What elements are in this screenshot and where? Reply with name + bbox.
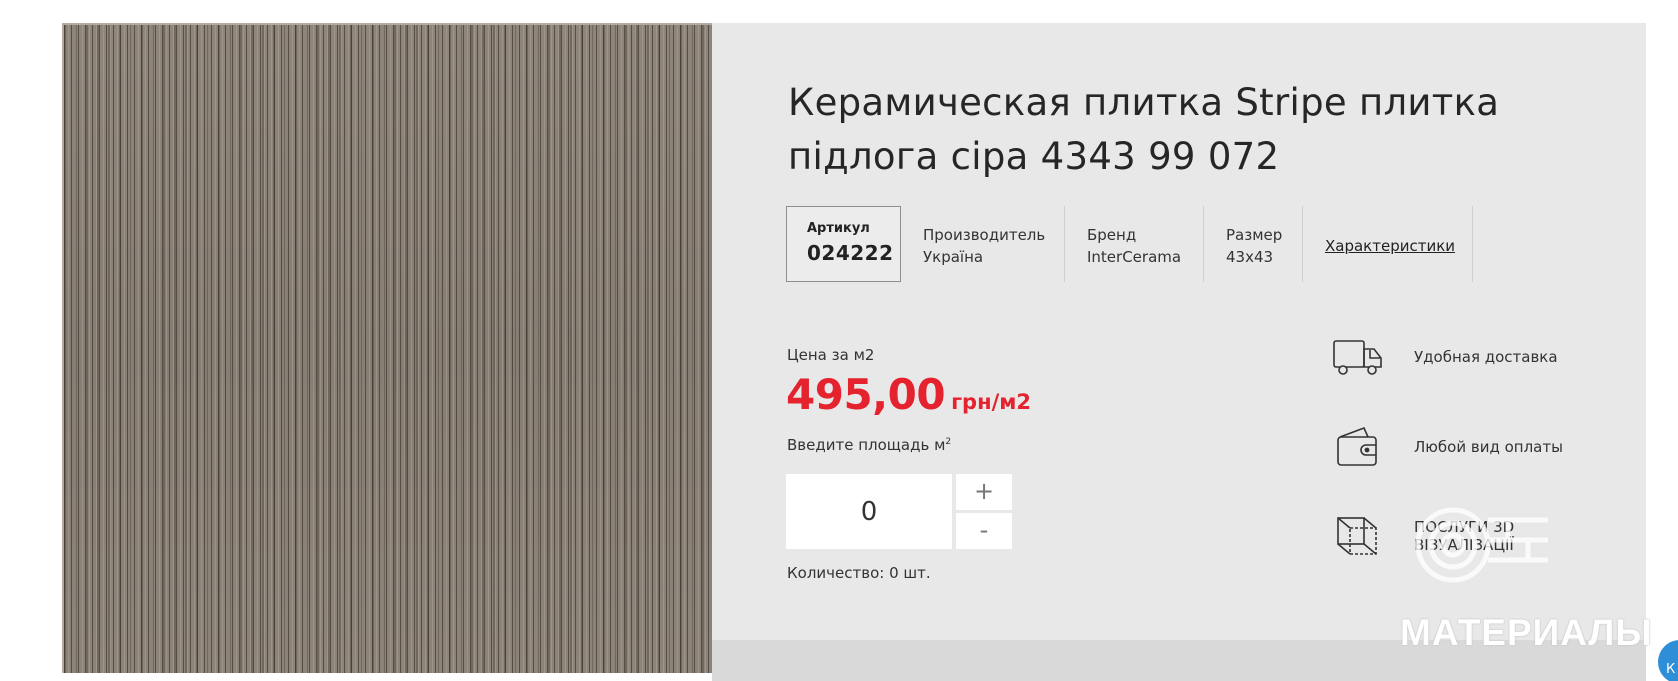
area-label-superscript: 2 — [945, 437, 952, 447]
price: 495,00 грн/м2 — [786, 370, 1031, 419]
watermark-text: МАТЕРИАЛЫ — [1400, 612, 1653, 653]
manufacturer-label: Производитель — [923, 226, 1046, 244]
price-amount: 495,00 — [786, 370, 946, 419]
wallet-icon — [1330, 423, 1386, 471]
increment-button[interactable]: + — [956, 474, 1012, 510]
characteristics-link[interactable]: Характеристики — [1325, 237, 1455, 255]
feature-payment-label: Любой вид оплаты — [1414, 438, 1563, 456]
size-value: 43x43 — [1226, 248, 1274, 266]
delivery-truck-icon — [1330, 333, 1386, 381]
area-label: Введите площадь м2 — [787, 436, 951, 454]
price-unit: грн/м2 — [951, 390, 1032, 414]
manufacturer-attribute: Производитель Україна — [901, 206, 1065, 282]
product-title-line2: підлога сіра 4343 99 072 — [788, 135, 1280, 178]
brand-attribute: Бренд InterCerama — [1065, 206, 1204, 282]
characteristics-attribute: Характеристики — [1303, 206, 1473, 282]
area-input[interactable] — [786, 474, 952, 549]
product-title-line1: Керамическая плитка Stripe плитка — [788, 81, 1500, 124]
article-label: Артикул — [807, 221, 870, 236]
size-attribute: Размер 43x43 — [1204, 206, 1303, 282]
brand-value: InterCerama — [1087, 248, 1182, 266]
article-value: 024222 — [807, 241, 894, 265]
feature-payment: Любой вид оплаты — [1330, 423, 1563, 471]
brand-label: Бренд — [1087, 226, 1137, 244]
feature-delivery-label: Удобная доставка — [1414, 348, 1558, 366]
3d-cube-icon — [1330, 512, 1386, 560]
price-label: Цена за м2 — [787, 346, 875, 364]
feature-delivery: Удобная доставка — [1330, 333, 1558, 381]
manufacturer-value: Україна — [923, 248, 984, 266]
product-image[interactable] — [62, 23, 712, 673]
product-page: Керамическая плитка Stripe плитка підлог… — [0, 0, 1678, 681]
size-label: Размер — [1226, 226, 1283, 244]
area-label-text: Введите площадь м — [787, 436, 946, 454]
decrement-button[interactable]: - — [956, 513, 1012, 549]
product-title: Керамическая плитка Stripe плитка підлог… — [788, 76, 1548, 184]
article-box: Артикул 024222 — [786, 206, 901, 282]
quantity-note: Количество: 0 шт. — [787, 564, 931, 582]
product-attributes: Артикул 024222 Производитель Україна Бре… — [786, 206, 1473, 282]
